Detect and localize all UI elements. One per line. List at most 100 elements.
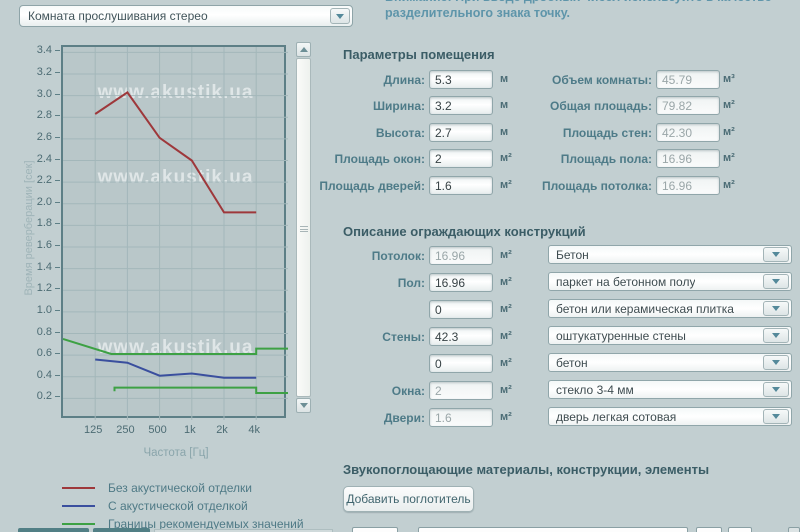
walls-area-output bbox=[656, 123, 720, 142]
walls-area-unit: м² bbox=[723, 126, 735, 138]
chevron-down-icon[interactable] bbox=[763, 382, 789, 397]
total-area-output bbox=[656, 96, 720, 115]
chevron-down-icon[interactable] bbox=[763, 274, 789, 289]
walls2-material-select[interactable]: бетон bbox=[548, 353, 792, 372]
floor2-material-select[interactable]: бетон или керамическая плитка bbox=[548, 299, 792, 318]
windows-area-unit: м² bbox=[500, 152, 512, 164]
walls-material-select[interactable]: оштукатуренные стены bbox=[548, 326, 792, 345]
selected-material: оштукатуренные стены bbox=[556, 329, 686, 343]
legend-line-red bbox=[62, 487, 95, 489]
chart-scrollbar[interactable] bbox=[296, 42, 311, 413]
room-volume-unit: м³ bbox=[723, 73, 735, 85]
y-tick-mark bbox=[55, 353, 60, 354]
scroll-down-button[interactable] bbox=[296, 398, 311, 413]
y-tick-mark bbox=[55, 223, 60, 224]
chevron-down-icon[interactable] bbox=[763, 328, 789, 343]
walls-row-label: Стены: bbox=[320, 330, 425, 344]
height-unit: м bbox=[500, 126, 508, 138]
y-tick-label: 1.8 bbox=[18, 217, 52, 229]
length-label: Длина: bbox=[315, 73, 425, 87]
width-label: Ширина: bbox=[315, 99, 425, 113]
series-line bbox=[115, 388, 289, 393]
y-tick-label: 0.2 bbox=[18, 390, 52, 402]
x-tick-label: 125 bbox=[76, 424, 110, 436]
height-input[interactable] bbox=[429, 123, 493, 142]
y-tick-label: 3.4 bbox=[18, 44, 52, 56]
doors-area-unit: м² bbox=[500, 179, 512, 191]
doors-area-input[interactable] bbox=[429, 176, 493, 195]
absorber-material-select-partial[interactable] bbox=[418, 527, 688, 532]
chevron-down-icon[interactable] bbox=[330, 8, 350, 24]
scrollbar-thumb[interactable] bbox=[296, 58, 311, 397]
windows-area-input[interactable] bbox=[429, 149, 493, 168]
y-tick-label: 3.2 bbox=[18, 66, 52, 78]
y-tick-mark bbox=[55, 267, 60, 268]
y-tick-mark bbox=[55, 202, 60, 203]
unit-label: м² bbox=[500, 276, 512, 288]
y-tick-mark bbox=[55, 72, 60, 73]
y-tick-label: 3.0 bbox=[18, 88, 52, 100]
series-line bbox=[95, 360, 256, 378]
add-absorber-button[interactable]: Добавить поглотитель bbox=[343, 486, 474, 512]
floor2-area-field[interactable] bbox=[429, 300, 493, 319]
y-tick-mark bbox=[55, 115, 60, 116]
cutoff-button[interactable] bbox=[18, 528, 89, 532]
y-tick-mark bbox=[55, 94, 60, 95]
absorber-area-input-partial[interactable] bbox=[352, 527, 398, 532]
room-type-value: Комната прослушивания стерео bbox=[28, 6, 328, 26]
unit-label: м² bbox=[500, 357, 512, 369]
room-volume-output bbox=[656, 70, 720, 89]
cutoff-button[interactable] bbox=[728, 527, 752, 532]
selected-material: дверь легкая сотовая bbox=[556, 410, 676, 424]
length-input[interactable] bbox=[429, 70, 493, 89]
y-tick-label: 2.0 bbox=[18, 196, 52, 208]
scroll-up-button[interactable] bbox=[296, 42, 311, 57]
x-tick-label: 2k bbox=[205, 424, 239, 436]
unit-label: м² bbox=[500, 330, 512, 342]
floor-area-field[interactable] bbox=[429, 273, 493, 292]
ceiling-area-unit: м² bbox=[723, 179, 735, 191]
windows-material-select[interactable]: стекло 3-4 мм bbox=[548, 380, 792, 399]
x-tick-label: 4k bbox=[237, 424, 271, 436]
cutoff-button[interactable] bbox=[93, 528, 150, 532]
floor-area-label: Площадь пола: bbox=[536, 152, 652, 166]
ceiling-area-field bbox=[429, 246, 493, 265]
chevron-down-icon[interactable] bbox=[763, 355, 789, 370]
reverberation-chart: www.akustik.ua www.akustik.ua www.akusti… bbox=[61, 45, 286, 418]
cutoff-scrollbar[interactable] bbox=[788, 527, 800, 532]
section-heading-constructions: Описание ограждающих конструкций bbox=[343, 224, 586, 239]
section-heading-absorbers: Звукопоглощающие материалы, конструкции,… bbox=[343, 462, 709, 477]
unit-label: м² bbox=[500, 249, 512, 261]
ceiling-material-select[interactable]: Бетон bbox=[548, 245, 792, 264]
walls-area-label: Площадь стен: bbox=[536, 126, 652, 140]
windows-area-label: Площадь окон: bbox=[315, 152, 425, 166]
chevron-down-icon[interactable] bbox=[763, 409, 789, 424]
y-tick-label: 2.4 bbox=[18, 153, 52, 165]
doors-material-select[interactable]: дверь легкая сотовая bbox=[548, 407, 792, 426]
y-tick-mark bbox=[55, 288, 60, 289]
y-tick-label: 1.6 bbox=[18, 239, 52, 251]
walls2-area-field[interactable] bbox=[429, 354, 493, 373]
chevron-down-icon[interactable] bbox=[763, 301, 789, 316]
floor-material-select[interactable]: паркет на бетонном полу bbox=[548, 272, 792, 291]
height-label: Высота: bbox=[315, 126, 425, 140]
cutoff-button[interactable] bbox=[696, 527, 722, 532]
y-tick-mark bbox=[55, 50, 60, 51]
unit-label: м² bbox=[500, 303, 512, 315]
series-line bbox=[95, 92, 256, 212]
y-tick-label: 1.4 bbox=[18, 261, 52, 273]
y-tick-mark bbox=[55, 159, 60, 160]
room-type-select[interactable]: Комната прослушивания стерео bbox=[19, 5, 353, 27]
chevron-down-icon[interactable] bbox=[763, 247, 789, 262]
width-input[interactable] bbox=[429, 96, 493, 115]
y-tick-mark bbox=[55, 180, 60, 181]
selected-material: Бетон bbox=[556, 248, 589, 262]
floor-area-unit: м² bbox=[723, 152, 735, 164]
y-tick-label: 0.8 bbox=[18, 326, 52, 338]
ceiling-area-label: Площадь потолка: bbox=[536, 179, 652, 193]
legend-line-green bbox=[62, 523, 95, 525]
section-heading-room-params: Параметры помещения bbox=[343, 47, 495, 62]
walls-area-field[interactable] bbox=[429, 327, 493, 346]
length-unit: м bbox=[500, 73, 508, 85]
thumb-grip-icon bbox=[300, 226, 308, 232]
